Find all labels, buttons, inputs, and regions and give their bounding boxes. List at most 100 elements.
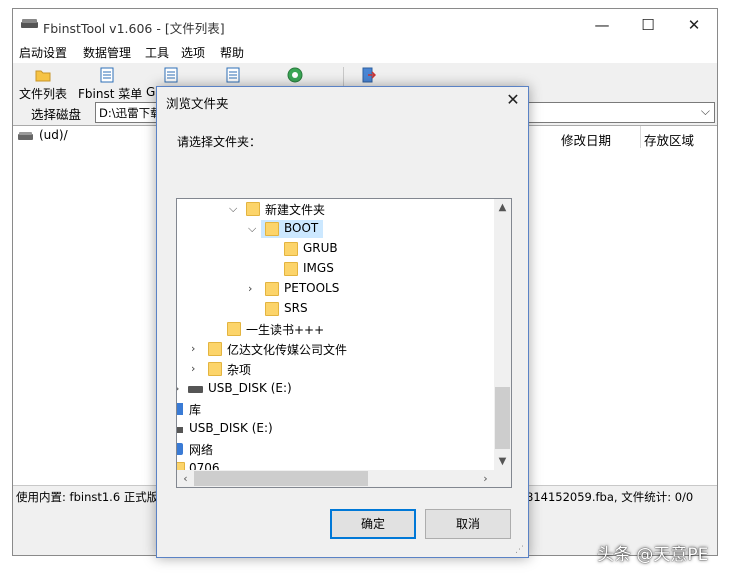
tree-item[interactable]: 一生读书+++ [177,319,494,339]
menu-bar: 启动设置 数据管理 工具 选项 帮助 [13,41,717,63]
tree-item-label: PETOOLS [284,281,340,295]
tree-item-label: GRUB [303,241,338,255]
chevron-right-icon[interactable]: › [248,282,252,295]
horizontal-scrollbar[interactable]: ‹ › [177,470,494,487]
folder-icon [284,242,298,256]
disk-tree-pane: (ud)/ [13,125,156,485]
chevron-down-icon: ⌵ [700,104,710,118]
vertical-scroll-thumb[interactable] [495,387,510,449]
scroll-left-icon[interactable]: ‹ [177,470,194,487]
tree-item[interactable]: GRUB [177,239,494,259]
ok-button[interactable]: 确定 [330,509,416,539]
dialog-title: 浏览文件夹 [166,96,229,111]
tree-item-label: USB_DISK (E:) [208,381,292,395]
menu-list-icon [100,67,114,83]
tree-item-selected[interactable]: ⌵ BOOT [177,219,494,239]
folder-icon [177,462,185,470]
column-header-storage-area[interactable]: 存放区域 [644,130,694,149]
drive-icon [21,19,38,28]
toolbar-file-list-button[interactable]: 文件列表 [13,63,73,101]
tree-item-label: 杂项 [227,363,252,377]
window-title: FbinstTool v1.606 - [文件列表] [43,21,225,36]
toolbar-fbinst-menu-button[interactable]: Fbinst 菜单 [75,63,143,101]
tree-item[interactable]: USB_DISK (E:) [177,419,494,439]
menu-help[interactable]: 帮助 [220,44,244,61]
tree-item-label: USB_DISK (E:) [189,421,273,435]
close-button[interactable]: ✕ [671,9,717,41]
tree-item-label: IMGS [303,261,334,275]
folder-icon [35,70,51,82]
folder-icon [208,342,222,356]
status-right-text: 814152059.fba, 文件统计: 0/0 [526,490,694,504]
status-left-text: 使用内置: fbinst1.6 正式版 [16,490,159,504]
folder-icon [246,202,260,216]
tree-item[interactable]: › 杂项 [177,359,494,379]
tree-item[interactable]: 库 [177,399,494,419]
watermark: 头条 @天意PE [597,545,709,565]
chevron-right-icon[interactable]: › [177,382,179,395]
folder-icon [284,262,298,276]
chevron-right-icon[interactable]: › [191,342,195,355]
toolbar-file-list-label: 文件列表 [19,87,68,101]
exit-icon [362,67,376,83]
tree-item[interactable]: › USB_DISK (E:) [177,379,494,399]
folder-icon [208,362,222,376]
chevron-down-icon[interactable]: ⌵ [248,222,256,236]
menu-tools[interactable]: 工具 [145,44,169,61]
library-icon [177,403,183,415]
folder-tree-viewport: ⌵ 新建文件夹 ⌵ BOOT GRUB IMGS › PETOOLS SRS 一… [177,199,494,470]
folder-icon [265,282,279,296]
column-divider[interactable] [640,126,641,148]
tree-item-label: 新建文件夹 [265,203,326,217]
tree-item-label: 一生读书+++ [246,323,325,337]
tree-item[interactable]: › PETOOLS [177,279,494,299]
browse-folder-dialog: 浏览文件夹 ✕ 请选择文件夹： ⌵ 新建文件夹 ⌵ BOOT GRUB IMGS [156,86,529,558]
tree-item[interactable]: 0706 [177,459,494,470]
disk-select-label: 选择磁盘 [31,107,82,122]
disk-select-value: D:\迅雷下载 [99,106,162,120]
scroll-down-icon[interactable]: ▼ [494,453,511,470]
tree-item[interactable]: ⌵ 新建文件夹 [177,199,494,219]
network-icon [177,443,183,455]
folder-tree: ⌵ 新建文件夹 ⌵ BOOT GRUB IMGS › PETOOLS SRS 一… [176,198,512,488]
test-icon [287,67,303,83]
menu-options[interactable]: 选项 [181,44,205,61]
tree-item[interactable]: 网络 [177,439,494,459]
scrollbar-corner [494,470,511,487]
tree-item[interactable]: IMGS [177,259,494,279]
maximize-button[interactable]: ☐ [625,9,671,41]
tree-item-label: SRS [284,301,308,315]
tree-item-label: 亿达文化传媒公司文件 [227,343,348,357]
resize-grip-icon[interactable]: ⋰ [515,545,524,555]
tree-item[interactable]: SRS [177,299,494,319]
toolbar-fbinst-menu-label: Fbinst 菜单 [78,87,143,101]
minimize-button[interactable]: — [579,9,625,41]
usb-drive-icon [188,386,203,393]
title-bar: FbinstTool v1.606 - [文件列表] — ☐ ✕ [13,9,717,41]
scroll-up-icon[interactable]: ▲ [494,199,511,216]
cancel-button[interactable]: 取消 [425,509,511,539]
chevron-down-icon[interactable]: ⌵ [229,202,237,216]
menu-data-management[interactable]: 数据管理 [83,44,131,61]
tree-item[interactable]: › 亿达文化传媒公司文件 [177,339,494,359]
tree-item-label: 0706 [189,461,220,470]
drive-icon [18,132,33,140]
tree-item-label: BOOT [284,221,319,235]
folder-icon [265,302,279,316]
tree-item-label: 库 [189,403,202,417]
menu-icon [226,67,240,83]
chevron-right-icon[interactable]: › [191,362,195,375]
file-list-pane: 修改日期 存放区域 [527,125,717,485]
dialog-prompt: 请选择文件夹： [177,135,262,149]
column-header-modified-date[interactable]: 修改日期 [561,130,611,149]
vertical-scrollbar[interactable]: ▲ ▼ [494,199,511,470]
disk-tree-node-ud[interactable]: (ud)/ [39,128,68,142]
tree-item-label: 网络 [189,443,214,457]
menu-startup-settings[interactable]: 启动设置 [19,44,67,61]
usb-drive-icon [177,427,183,433]
grub-menu-icon [164,67,178,83]
horizontal-scroll-thumb[interactable] [194,471,368,486]
dialog-close-button[interactable]: ✕ [501,89,525,111]
scroll-right-icon[interactable]: › [477,470,494,487]
folder-icon [227,322,241,336]
